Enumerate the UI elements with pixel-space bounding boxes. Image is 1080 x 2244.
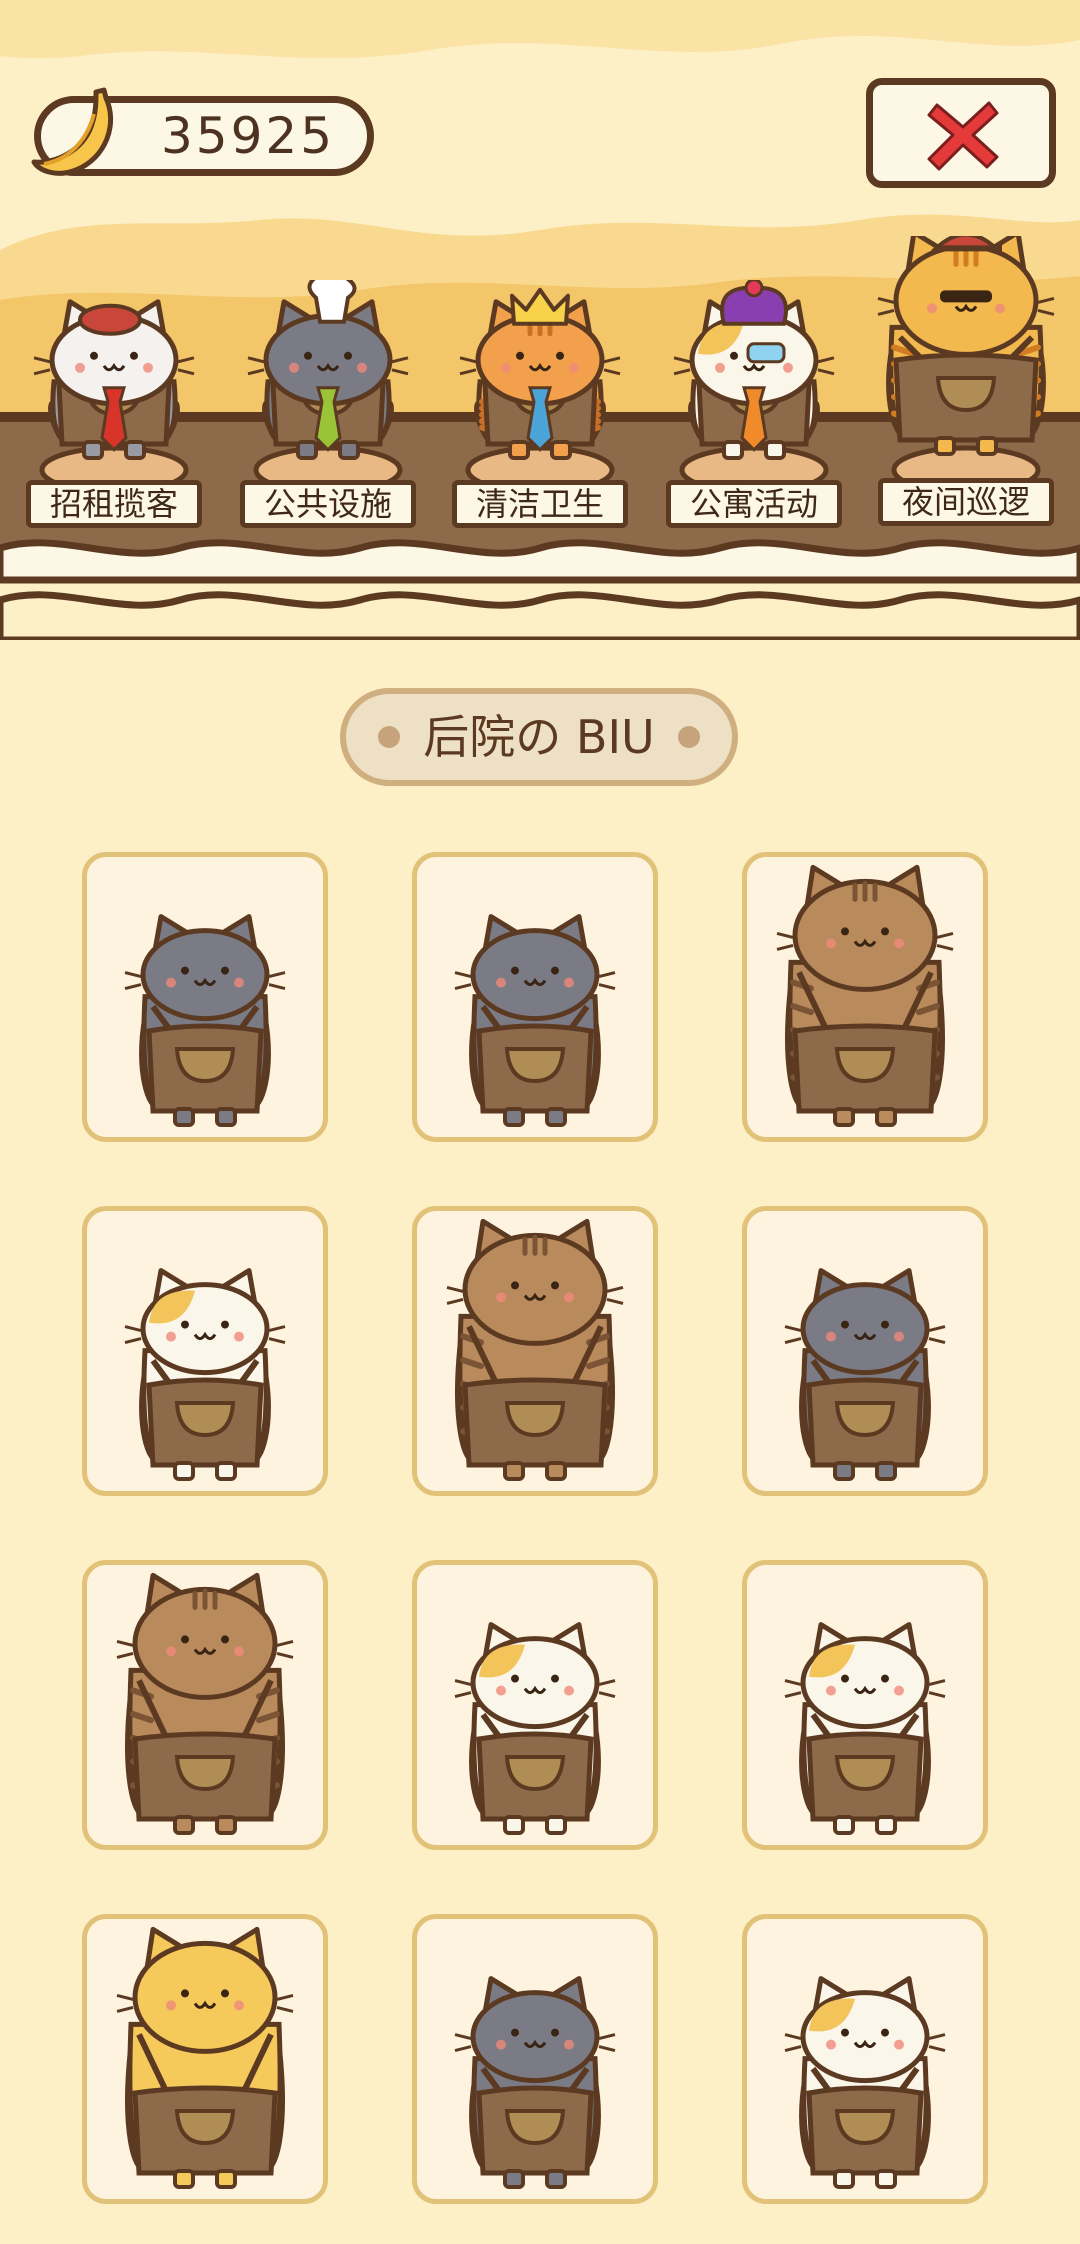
section-title: 后院の BIU bbox=[423, 710, 655, 764]
orange-cat-icon bbox=[116, 1926, 294, 2189]
calico-cat-icon bbox=[784, 1622, 946, 1835]
decor-dot-right bbox=[678, 726, 700, 748]
banana-icon bbox=[31, 87, 113, 176]
cat-card[interactable] bbox=[82, 852, 328, 1142]
cat-card[interactable] bbox=[742, 1914, 988, 2204]
calico-cat-icon bbox=[784, 1976, 946, 2189]
worker-slot-3[interactable]: 清洁卫生 bbox=[440, 280, 640, 580]
worker-cat-icon bbox=[877, 236, 1055, 456]
cat-card[interactable] bbox=[82, 1914, 328, 2204]
worker-label: 清洁卫生 bbox=[452, 480, 628, 528]
grey-cat-icon bbox=[784, 1268, 946, 1481]
worker-label: 招租揽客 bbox=[26, 480, 202, 528]
grey-cat-icon bbox=[454, 1976, 616, 2189]
grey-cat-icon bbox=[124, 914, 286, 1127]
grey-cat-icon bbox=[454, 914, 616, 1127]
section-title-badge: 后院の BIU bbox=[340, 688, 738, 786]
worker-slot-5[interactable]: 夜间巡逻 bbox=[866, 236, 1066, 536]
close-x-icon bbox=[927, 101, 999, 171]
worker-slot-2[interactable]: 公共设施 bbox=[228, 280, 428, 580]
brown-tabby-cat-icon bbox=[446, 1218, 624, 1481]
worker-label: 夜间巡逻 bbox=[878, 478, 1054, 526]
currency-amount: 35925 bbox=[161, 107, 336, 165]
cat-card[interactable] bbox=[412, 1914, 658, 2204]
close-button[interactable] bbox=[866, 78, 1056, 188]
cat-card[interactable] bbox=[742, 852, 988, 1142]
worker-label: 公寓活动 bbox=[666, 480, 842, 528]
worker-label: 公共设施 bbox=[240, 480, 416, 528]
brown-tabby-cat-icon bbox=[116, 1572, 294, 1835]
cat-card[interactable] bbox=[82, 1560, 328, 1850]
worker-slot-1[interactable]: 招租揽客 bbox=[14, 280, 214, 580]
cat-card[interactable] bbox=[412, 1560, 658, 1850]
cat-card[interactable] bbox=[742, 1206, 988, 1496]
worker-cat-icon bbox=[673, 280, 835, 460]
cat-card[interactable] bbox=[412, 852, 658, 1142]
brown-tabby-cat-icon bbox=[776, 864, 954, 1127]
calico-cat-icon bbox=[454, 1622, 616, 1835]
worker-cat-icon bbox=[247, 280, 409, 460]
worker-cat-icon bbox=[33, 299, 195, 460]
worker-cat-icon bbox=[459, 287, 621, 460]
cat-card[interactable] bbox=[742, 1560, 988, 1850]
cat-card[interactable] bbox=[412, 1206, 658, 1496]
worker-slot-4[interactable]: 公寓活动 bbox=[654, 280, 854, 580]
calico-cat-icon bbox=[124, 1268, 286, 1481]
cat-card[interactable] bbox=[82, 1206, 328, 1496]
